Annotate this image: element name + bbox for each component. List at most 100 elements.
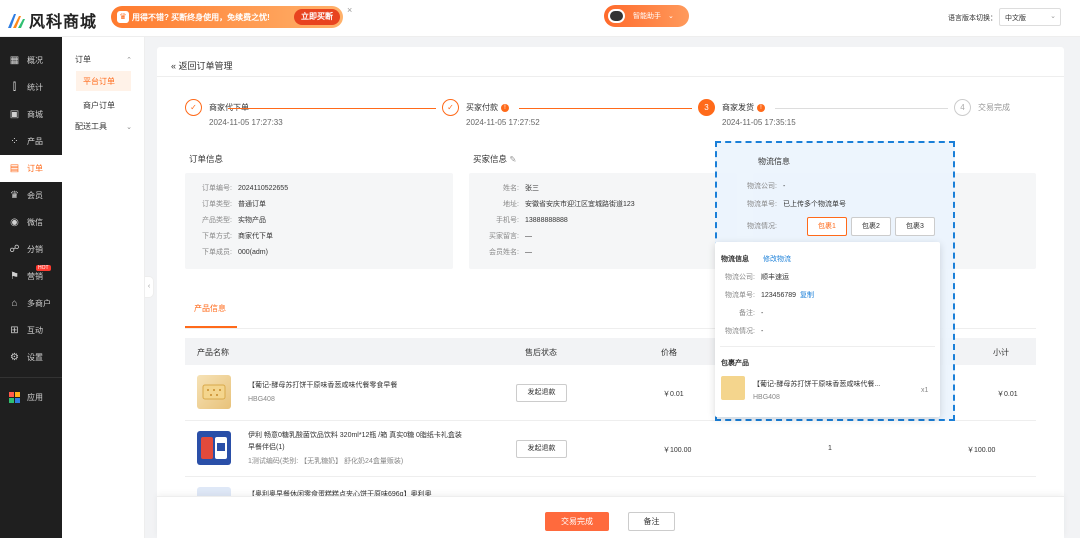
step-number: 3 (698, 99, 715, 116)
back-link[interactable]: « 返回订单管理 (171, 59, 233, 72)
sidebar-item-products[interactable]: ⁘ 产品 (0, 128, 62, 155)
sidebar-item-label: 订单 (27, 164, 43, 173)
copy-link[interactable]: 复制 (800, 292, 814, 299)
package-tab-1[interactable]: 包裹1 (807, 217, 847, 236)
order-info-key: 订单类型: (202, 201, 232, 208)
sidebar-item-orders[interactable]: ▤ 订单 (0, 155, 62, 182)
sidebar-item-merchants[interactable]: ⌂ 多商户 (0, 290, 62, 317)
logistics-row: 物流公司: - (747, 181, 785, 191)
order-info-key: 下单成员: (202, 249, 232, 256)
product-thumbnail (721, 376, 745, 400)
popover-value: - (761, 328, 764, 335)
buyer-info-key: 买家留言: (489, 233, 519, 240)
collapse-sidebar-handle[interactable]: ‹ (145, 276, 154, 298)
step-title: 交易完成 (978, 103, 1010, 112)
order-info-key: 订单编号: (202, 185, 232, 192)
hot-badge: HOT (36, 265, 51, 271)
sidebar-item-label: 互动 (27, 326, 43, 335)
subnav-item-merchant-orders[interactable]: 商户订单 (76, 95, 131, 115)
quantity-cell: 1 (828, 445, 832, 452)
popover-key: 物流单号: (725, 292, 755, 299)
subtotal-cell: ￥0.01 (997, 391, 1018, 398)
subnav-item-platform-orders[interactable]: 平台订单 (76, 71, 131, 91)
product-name[interactable]: 【葡记-酵母苏打饼干原味香葱咸味代餐零食早餐 (248, 380, 468, 392)
sidebar-item-label: 营销 (27, 272, 43, 281)
sidebar-item-stats[interactable]: ⫿ 统计 (0, 74, 62, 101)
sidebar-item-overview[interactable]: ▦ 概况 (0, 47, 62, 74)
buyout-button[interactable]: 立即买断 (294, 9, 340, 25)
step-number: 4 (954, 99, 971, 116)
sidebar-item-marketing[interactable]: ⚑ 营销 HOT (0, 263, 62, 290)
note-button[interactable]: 备注 (628, 512, 675, 531)
order-info-box: 订单编号: 2024110522655 订单类型: 普通订单 产品类型: 实物产品 下… (185, 173, 453, 269)
buyer-info-value: — (525, 233, 532, 240)
refund-button[interactable]: 发起退款 (516, 384, 567, 402)
popover-row: 物流公司: 顺丰速运 (715, 272, 789, 282)
buyer-info-key: 手机号: (496, 217, 519, 224)
sidebar-item-interact[interactable]: ⊞ 互动 (0, 317, 62, 344)
complete-transaction-button[interactable]: 交易完成 (545, 512, 609, 531)
sidebar-item-distribution[interactable]: ☍ 分销 (0, 236, 62, 263)
popover-row: 物流单号: 123456789 复制 (715, 290, 814, 300)
tab-product-info[interactable]: 产品信息 (194, 303, 226, 314)
sidebar-item-apps[interactable]: 应用 (0, 384, 62, 411)
table-row: 伊利 畅意0糖乳酸菌饮品饮料 320ml*12瓶 /箱 真实0糖 0脂纸卡礼盒装… (185, 421, 1036, 477)
promo-banner[interactable]: ♛ 用得不错? 买断终身使用，免续费之忧! 立即买断 (111, 6, 343, 28)
buyer-info-box: 姓名: 张三 地址: 安徽省安庆市迎江区宜城路街道123 手机号: 138888888… (469, 173, 737, 269)
member-icon: ♛ (10, 190, 19, 201)
step-title-text: 商家发货 (722, 103, 754, 112)
sidebar-item-settings[interactable]: ⚙ 设置 (0, 344, 62, 371)
buyer-info-value: — (525, 249, 532, 256)
step-title: 买家付款! (466, 102, 509, 113)
buyer-info-row: 姓名: 张三 (469, 183, 539, 193)
sidebar-item-mall[interactable]: ▣ 商城 (0, 101, 62, 128)
dashboard-icon: ▦ (9, 55, 20, 66)
assistant-label: 智能助手 (633, 13, 661, 20)
close-icon[interactable]: × (347, 5, 352, 15)
apps-icon (9, 392, 20, 403)
subnav-group-orders[interactable]: 订单 ⌃ (62, 48, 144, 71)
chevron-up-icon: ⌃ (126, 56, 132, 64)
package-tab-2[interactable]: 包裹2 (851, 217, 891, 236)
warning-icon[interactable]: ! (501, 104, 509, 112)
logistics-title: 物流信息 (758, 157, 790, 166)
step-connector (519, 108, 692, 109)
distribution-icon: ☍ (9, 244, 20, 255)
logistics-value: - (782, 183, 786, 190)
subnav-group-delivery[interactable]: 配送工具 ⌄ (62, 115, 144, 138)
order-info-value: 商家代下单 (238, 233, 273, 240)
chevron-down-icon: ⌄ (668, 13, 674, 20)
buyer-info-title-text: 买家信息 (473, 154, 508, 164)
subnav-group-label: 配送工具 (75, 122, 107, 131)
smart-assistant-button[interactable]: 智能助手 ⌄ (604, 5, 689, 27)
step-time: 2024-11-05 17:27:52 (466, 118, 540, 127)
main-panel: « 返回订单管理 ✓ 商家代下单 2024-11-05 17:27:33 ✓ 买… (157, 47, 1064, 538)
order-info-value: 2024110522655 (238, 185, 289, 192)
brand-logo[interactable]: 风科商城 (6, 8, 97, 32)
warning-icon[interactable]: ! (757, 104, 765, 112)
step-connector (228, 108, 436, 109)
sidebar-item-label: 统计 (27, 83, 43, 92)
edit-logistics-link[interactable]: 修改物流 (763, 256, 791, 263)
step-connector (775, 108, 948, 109)
product-sku: 1测试编码(类别: 【无乳糖奶】 舒化奶24盒量贩装) (248, 458, 404, 465)
promo-text: 用得不错? 买断终身使用，免续费之忧! (132, 12, 270, 22)
robot-icon (608, 9, 625, 23)
order-icon: ▤ (9, 163, 20, 174)
buyer-info-key: 会员姓名: (489, 249, 519, 256)
product-name[interactable]: 伊利 畅意0糖乳酸菌饮品饮料 320ml*12瓶 /箱 真实0糖 0脂纸卡礼盒装… (248, 430, 468, 454)
popover-row: 备注: - (715, 308, 763, 318)
package-tab-3[interactable]: 包裹3 (895, 217, 935, 236)
refund-button[interactable]: 发起退款 (516, 440, 567, 458)
subnav-group-label: 订单 (75, 55, 91, 64)
order-info-row: 订单编号: 2024110522655 (185, 183, 288, 193)
popover-row: 物流情况: - (715, 326, 763, 336)
sidebar-item-wechat[interactable]: ◉ 微信 (0, 209, 62, 236)
edit-icon[interactable]: ✎ (509, 154, 516, 164)
order-info-key: 产品类型: (202, 217, 232, 224)
order-info-value: 普通订单 (238, 201, 266, 208)
buyer-info-row: 手机号: 13888888888 (469, 215, 568, 225)
language-select[interactable]: 中文版 ⌄ (999, 8, 1061, 26)
sidebar-item-members[interactable]: ♛ 会员 (0, 182, 62, 209)
step-time: 2024-11-05 17:35:15 (722, 118, 796, 127)
